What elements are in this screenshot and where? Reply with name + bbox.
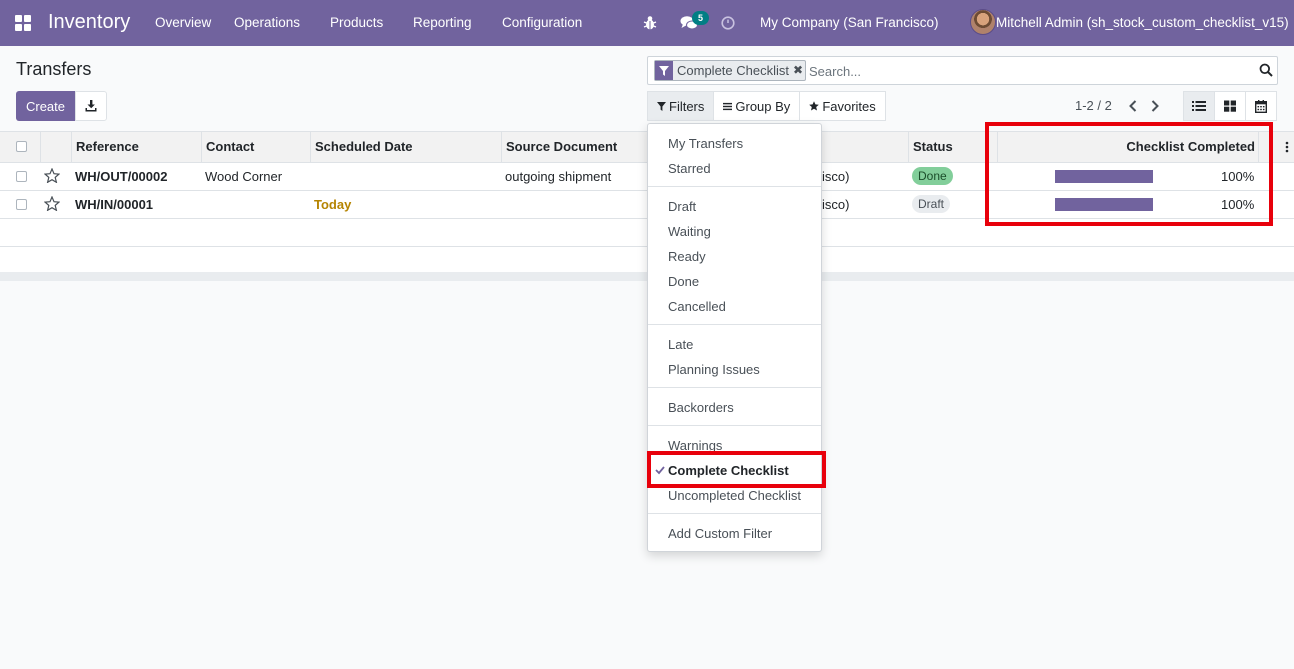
chevron-left-icon[interactable]: [1127, 99, 1139, 113]
company-switcher[interactable]: My Company (San Francisco): [760, 15, 939, 30]
filter-complete-checklist[interactable]: Complete Checklist: [668, 463, 789, 478]
row-checkbox[interactable]: [16, 199, 27, 210]
checklist-percent: 100%: [1221, 197, 1255, 212]
groupby-toggle[interactable]: Group By: [713, 91, 801, 121]
filter-ready[interactable]: Ready: [668, 249, 706, 264]
download-icon: [85, 100, 97, 112]
activity-clock-icon[interactable]: [721, 16, 735, 30]
app-name[interactable]: Inventory: [48, 11, 130, 34]
row-reference: WH/IN/00001: [75, 197, 154, 212]
add-custom-filter[interactable]: Add Custom Filter: [668, 526, 772, 541]
search-icon[interactable]: [1259, 63, 1273, 77]
kanban-view-button[interactable]: [1214, 91, 1246, 121]
export-button[interactable]: [75, 91, 107, 121]
list-view-button[interactable]: [1183, 91, 1215, 121]
filter-late[interactable]: Late: [668, 337, 693, 352]
filter-cancelled[interactable]: Cancelled: [668, 299, 726, 314]
kanban-icon: [1224, 100, 1236, 112]
calendar-icon: [1255, 99, 1267, 113]
row-location: isco): [822, 169, 850, 184]
divider: [648, 513, 821, 514]
row-scheduled-date: Today: [314, 197, 352, 212]
header-source-document[interactable]: Source Document: [501, 132, 651, 163]
chevron-right-icon[interactable]: [1149, 99, 1161, 113]
menu-overview[interactable]: Overview: [155, 15, 211, 30]
menu-products[interactable]: Products: [330, 15, 383, 30]
search-input[interactable]: [809, 61, 1249, 81]
menu-reporting[interactable]: Reporting: [413, 15, 472, 30]
status-badge: Done: [912, 167, 953, 185]
apps-menu-icon[interactable]: [15, 15, 32, 31]
header-reference[interactable]: Reference: [71, 132, 202, 163]
header-checklist-completed[interactable]: Checklist Completed: [997, 132, 1259, 163]
filters-label: Filters: [669, 98, 705, 114]
calendar-view-button[interactable]: [1245, 91, 1277, 121]
select-all-checkbox[interactable]: [16, 141, 27, 152]
user-menu[interactable]: Mitchell Admin (sh_stock_custom_checklis…: [996, 15, 1289, 30]
favorites-label: Favorites: [822, 98, 876, 114]
divider: [648, 186, 821, 187]
checklist-progress-bar: [1055, 198, 1153, 211]
chat-count-badge: 5: [692, 11, 709, 25]
filter-my-transfers[interactable]: My Transfers: [668, 136, 743, 151]
filter-planning-issues[interactable]: Planning Issues: [668, 362, 760, 377]
filter-starred[interactable]: Starred: [668, 161, 711, 176]
groupby-label: Group By: [735, 98, 791, 114]
row-checkbox[interactable]: [16, 171, 27, 182]
check-icon: [655, 466, 665, 475]
header-scheduled-date[interactable]: Scheduled Date: [310, 132, 502, 163]
filter-warnings[interactable]: Warnings: [668, 438, 722, 453]
filters-toggle[interactable]: Filters: [647, 91, 715, 121]
divider: [648, 387, 821, 388]
list-icon: [1192, 101, 1206, 111]
favorites-toggle[interactable]: Favorites: [799, 91, 886, 121]
divider: [648, 425, 821, 426]
header-favorite: [40, 132, 72, 163]
filter-draft[interactable]: Draft: [668, 199, 696, 214]
bars-icon: [723, 102, 733, 110]
menu-operations[interactable]: Operations: [234, 15, 300, 30]
search-options: Filters Group By Favorites: [647, 91, 886, 121]
filter-icon: [655, 61, 673, 80]
checklist-progress-bar: [1055, 170, 1153, 183]
filters-dropdown: My Transfers Starred Draft Waiting Ready…: [647, 123, 822, 552]
filter-uncompleted-checklist[interactable]: Uncompleted Checklist: [668, 488, 801, 503]
row-contact: Wood Corner: [205, 169, 283, 184]
row-location: isco): [822, 197, 850, 212]
status-badge: Draft: [912, 195, 951, 213]
search-facet[interactable]: Complete Checklist ✖: [654, 60, 806, 81]
row-source-document: outgoing shipment: [505, 169, 612, 184]
filter-icon: [657, 101, 666, 111]
facet-label: Complete Checklist: [677, 63, 789, 78]
filter-backorders[interactable]: Backorders: [668, 400, 734, 415]
user-avatar[interactable]: [970, 9, 996, 35]
top-navbar: Inventory Overview Operations Products R…: [0, 0, 1294, 46]
header-status[interactable]: Status: [908, 132, 998, 163]
star-icon[interactable]: [44, 196, 60, 211]
star-icon[interactable]: [44, 168, 60, 183]
page-title[interactable]: Transfers: [16, 59, 91, 80]
row-reference: WH/OUT/00002: [75, 169, 168, 184]
bug-icon[interactable]: [643, 15, 657, 31]
pager-value[interactable]: 1-2 / 2: [1075, 98, 1112, 113]
create-button[interactable]: Create: [16, 91, 75, 121]
divider: [648, 324, 821, 325]
header-contact[interactable]: Contact: [201, 132, 311, 163]
close-icon[interactable]: ✖: [793, 61, 805, 80]
more-options-icon[interactable]: [1285, 141, 1289, 153]
search-bar[interactable]: Complete Checklist ✖: [647, 56, 1278, 85]
filter-waiting[interactable]: Waiting: [668, 224, 711, 239]
filter-done[interactable]: Done: [668, 274, 699, 289]
star-icon: [809, 101, 820, 111]
menu-configuration[interactable]: Configuration: [502, 15, 582, 30]
view-switcher: [1183, 91, 1277, 121]
checklist-percent: 100%: [1221, 169, 1255, 184]
